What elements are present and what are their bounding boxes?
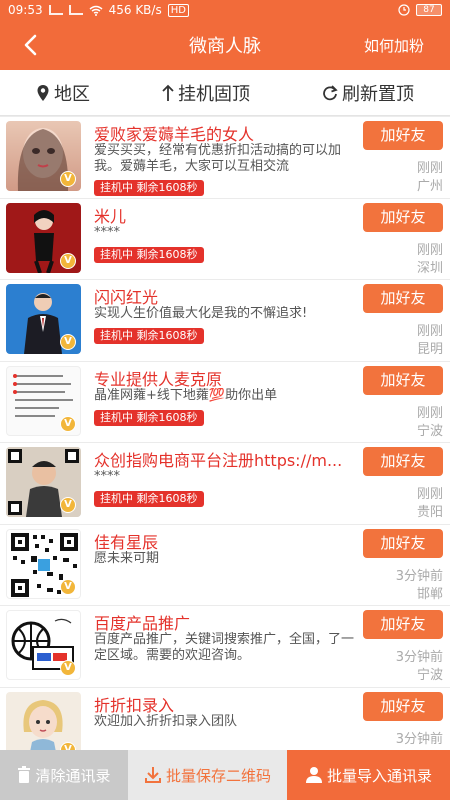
status-bar: 09:53 456 KB/s HD 87 (0, 0, 450, 20)
signal-icon (48, 5, 63, 15)
add-friend-button[interactable]: 加好友 (363, 202, 443, 232)
contact-time: 刚刚 (416, 487, 443, 502)
contact-name: 折折扣录入 (94, 695, 175, 715)
contact-description: 爱买买买，经常有优惠折扣活动搞的可以加我。爱薅羊毛，大家可以互相交流 (94, 143, 342, 174)
filter-pinned[interactable]: 挂机固顶 (158, 74, 254, 112)
bottom-action-bar: 清除通讯录 批量保存二维码 批量导入通讯录 (0, 750, 450, 800)
app-header: 微商人脉 如何加粉 (0, 20, 450, 70)
vip-badge-icon: V (60, 497, 76, 513)
contact-description: 欢迎加入折折扣录入团队 (94, 713, 238, 729)
contact-description: 晶准网蕹+线下地蕹💯助你出单 (94, 387, 278, 403)
batch-import-contacts-button[interactable]: 批量导入通讯录 (287, 750, 450, 800)
back-button[interactable] (0, 20, 60, 70)
online-status-badge: 挂机中 剩余1608秒 (94, 491, 204, 507)
contact-name: 爱败家爱薅羊毛的女人 (94, 125, 255, 144)
online-status-badge: 挂机中 剩余1608秒 (94, 328, 204, 344)
contact-name: 专业提供人麦克原 (94, 369, 223, 389)
contact-description: 愿未来可期 (94, 550, 160, 566)
screen: 09:53 456 KB/s HD 87 微商人脉 如何加粉 地区 挂机固顶 刷… (0, 0, 450, 800)
contact-name: 佳有星辰 (94, 532, 159, 552)
contact-name: 众创指购电商平台注册https://m... (94, 451, 343, 470)
contact-time: 刚刚 (416, 405, 443, 421)
list-item[interactable]: V 闪闪红光 实现人生价值最大化是我的不懈追求! 挂机中 剩余1608秒 加好友… (0, 280, 450, 362)
contact-city: 深圳 (416, 260, 443, 276)
list-item[interactable]: V 众创指购电商平台注册https://m... **** 挂机中 剩余1608… (0, 443, 450, 525)
contact-description: 实现人生价值最大化是我的不懈追求! (94, 306, 308, 321)
add-friend-button[interactable]: 加好友 (363, 284, 443, 313)
network-speed: 456 KB/s (108, 3, 162, 17)
list-item[interactable]: V 爱败家爱薅羊毛的女人 爱买买买，经常有优惠折扣活动搞的可以加我。爱薅羊毛，大… (0, 117, 450, 199)
user-icon (305, 767, 322, 783)
contact-time: 刚刚 (416, 242, 443, 258)
list-item[interactable]: V 米儿 **** 挂机中 剩余1608秒 加好友 刚刚 深圳 (0, 198, 450, 280)
contact-city: 邯郸 (416, 586, 443, 602)
hd-badge: HD (167, 3, 189, 17)
vip-badge-icon: V (60, 334, 76, 350)
filter-refresh[interactable]: 刷新置顶 (318, 74, 418, 112)
batch-save-qr-button[interactable]: 批量保存二维码 (128, 750, 287, 800)
contact-name: 百度产品推广 (94, 614, 191, 633)
vip-badge-icon: V (60, 660, 76, 676)
how-to-add-fans-link[interactable]: 如何加粉 (364, 35, 450, 56)
battery-icon: 87 (416, 4, 442, 16)
contact-city: 贵阳 (416, 505, 443, 520)
list-item[interactable]: V 折折扣录入 欢迎加入折折扣录入团队 加好友 3分钟前 (0, 687, 450, 750)
clear-contacts-label: 清除通讯录 (35, 766, 111, 785)
contact-time: 刚刚 (416, 161, 443, 176)
add-friend-button[interactable]: 加好友 (363, 121, 443, 150)
alarm-icon (398, 4, 410, 16)
batch-import-contacts-label: 批量导入通讯录 (326, 766, 432, 785)
contact-description: 百度产品推广，关键词搜索推广，全国，了一定区域。需要的欢迎咨询。 (94, 632, 355, 663)
contact-name: 米儿 (94, 206, 127, 226)
contact-description: **** (94, 469, 120, 484)
list-item[interactable]: V 专业提供人麦克原 晶准网蕹+线下地蕹💯助你出单 挂机中 剩余1608秒 加好… (0, 361, 450, 443)
contact-city: 宁波 (416, 668, 443, 683)
contact-city: 宁波 (416, 423, 443, 439)
chevron-left-icon (24, 34, 37, 56)
vip-badge-icon: V (60, 252, 76, 269)
trash-icon (18, 766, 31, 783)
list-item[interactable]: V 百度产品推广 百度产品推广，关键词搜索推广，全国，了一定区域。需要的欢迎咨询… (0, 606, 450, 688)
batch-save-qr-label: 批量保存二维码 (165, 766, 271, 785)
online-status-badge: 挂机中 剩余1608秒 (94, 246, 204, 263)
filter-region-label: 地区 (54, 83, 90, 105)
add-friend-button[interactable]: 加好友 (363, 610, 443, 639)
contact-city: 广州 (416, 179, 443, 194)
vip-badge-icon: V (60, 171, 76, 187)
wifi-icon (89, 5, 103, 16)
contact-name: 闪闪红光 (94, 288, 159, 307)
add-friend-button[interactable]: 加好友 (363, 691, 443, 721)
signal-icon-2 (68, 5, 83, 15)
contact-time: 3分钟前 (395, 650, 443, 665)
list-item[interactable]: V 佳有星辰 愿未来可期 加好友 3分钟前 邯郸 (0, 524, 450, 606)
contact-description: **** (94, 224, 120, 240)
contact-city: 昆明 (416, 342, 443, 357)
refresh-icon (323, 84, 338, 100)
add-friend-button[interactable]: 加好友 (363, 365, 443, 395)
add-friend-button[interactable]: 加好友 (363, 528, 443, 558)
contact-time: 刚刚 (416, 324, 443, 339)
add-friend-button[interactable]: 加好友 (363, 447, 443, 476)
up-arrow-icon (162, 84, 174, 101)
contact-time: 3分钟前 (395, 568, 443, 584)
status-time: 09:53 (8, 3, 43, 17)
online-status-badge: 挂机中 剩余1608秒 (94, 409, 204, 426)
vip-badge-icon: V (60, 415, 76, 432)
contact-time: 3分钟前 (395, 731, 443, 747)
filter-refresh-label: 刷新置顶 (342, 83, 414, 105)
contact-list: V 爱败家爱薅羊毛的女人 爱买买买，经常有优惠折扣活动搞的可以加我。爱薅羊毛，大… (0, 117, 450, 750)
online-status-badge: 挂机中 剩余1608秒 (94, 180, 204, 196)
location-pin-icon (37, 84, 49, 101)
vip-badge-icon: V (60, 578, 76, 595)
download-icon (144, 767, 161, 783)
filter-region[interactable]: 地区 (32, 74, 94, 112)
clear-contacts-button[interactable]: 清除通讯录 (0, 750, 128, 800)
filter-bar: 地区 挂机固顶 刷新置顶 (0, 70, 450, 116)
filter-pinned-label: 挂机固顶 (178, 83, 250, 105)
